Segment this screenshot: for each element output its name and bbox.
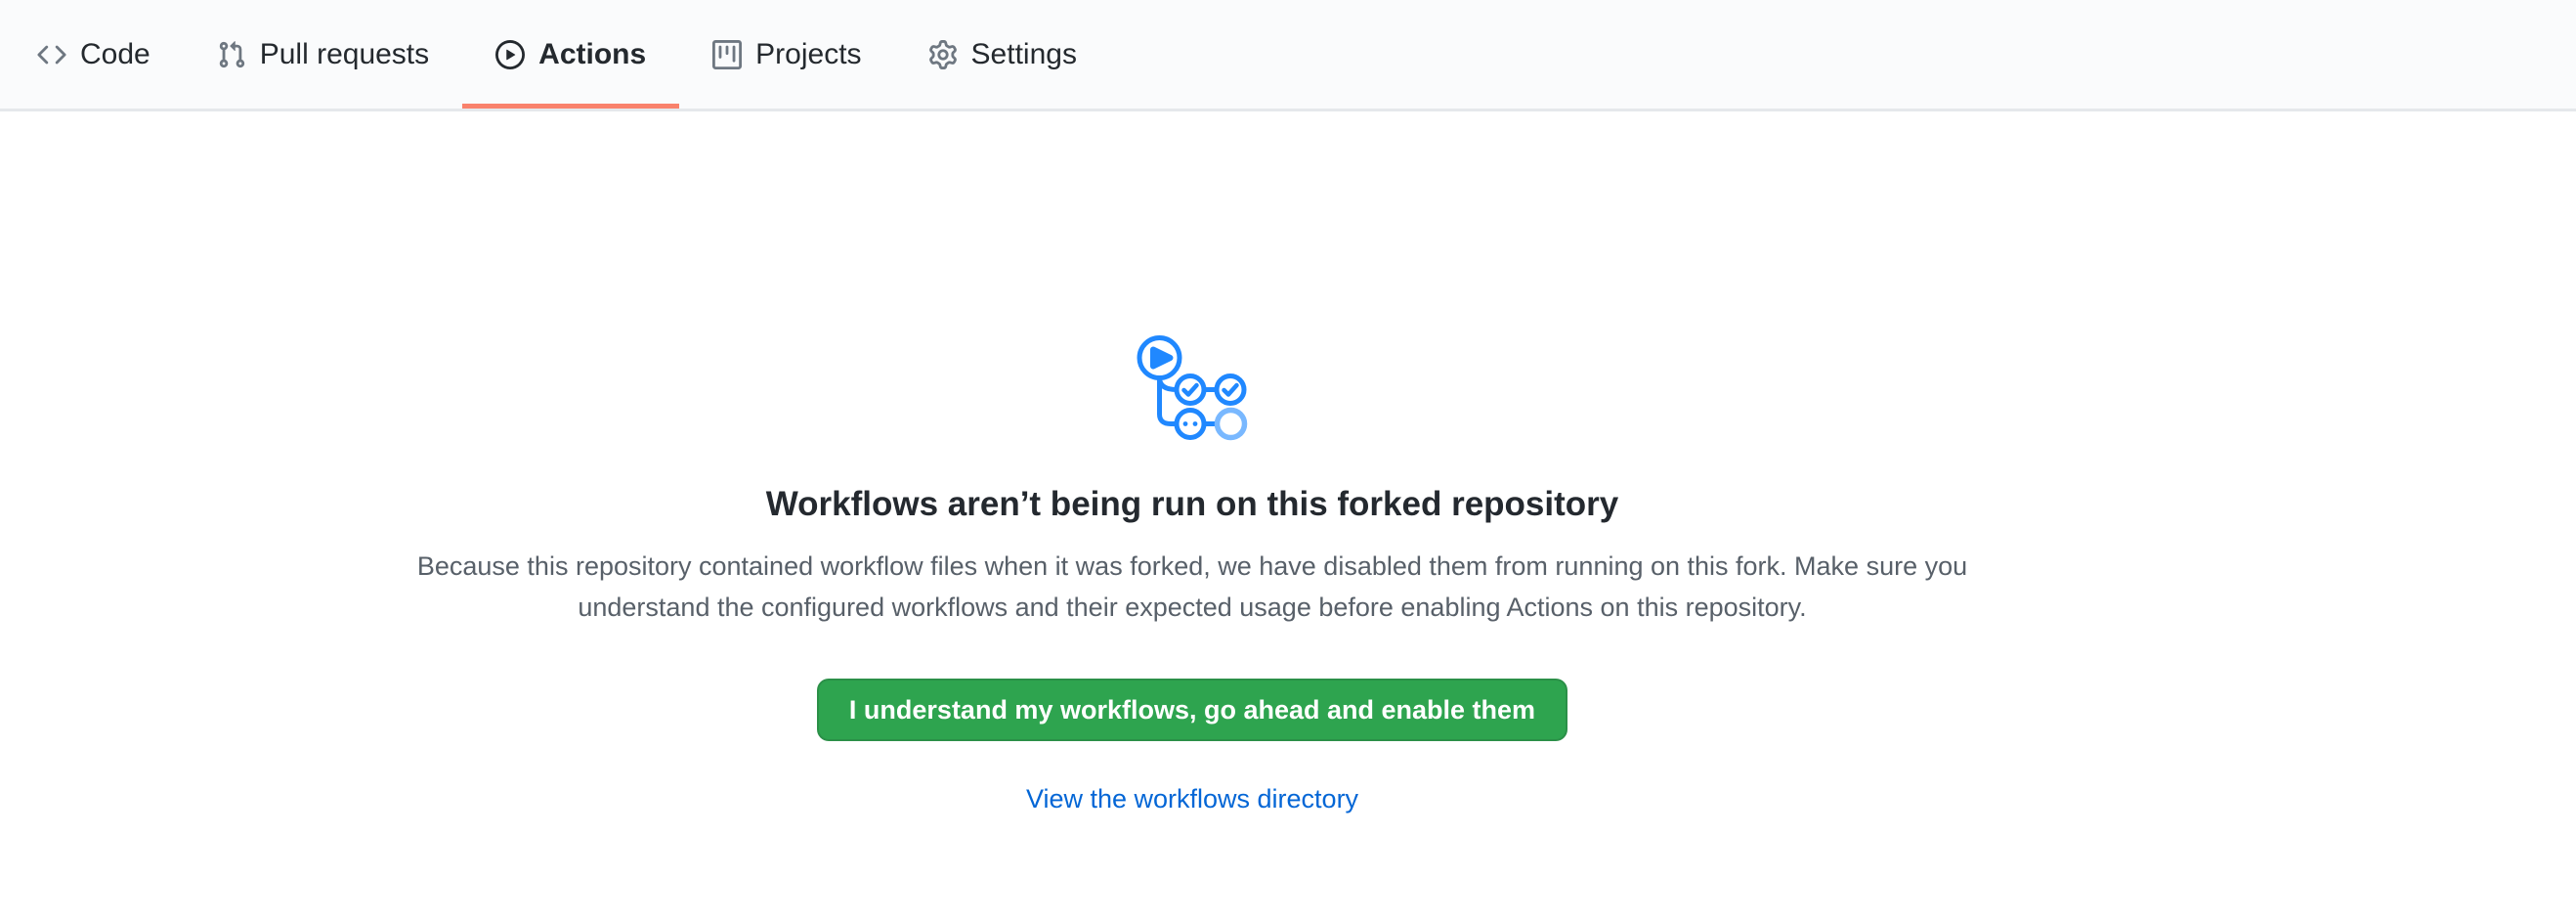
tab-projects[interactable]: Projects xyxy=(679,0,894,109)
workflow-illustration-icon xyxy=(1132,332,1253,442)
gear-icon xyxy=(928,40,958,69)
tab-label: Settings xyxy=(971,40,1077,69)
code-icon xyxy=(37,40,66,69)
tab-label: Pull requests xyxy=(260,40,429,69)
play-icon xyxy=(495,40,525,69)
tab-pull-requests[interactable]: Pull requests xyxy=(184,0,462,109)
tab-label: Projects xyxy=(755,40,861,69)
page-title: Workflows aren’t being run on this forke… xyxy=(0,483,2384,526)
enable-workflows-button[interactable]: I understand my workflows, go ahead and … xyxy=(817,679,1567,741)
actions-disabled-blankslate: Workflows aren’t being run on this forke… xyxy=(0,332,2384,814)
tab-code[interactable]: Code xyxy=(4,0,184,109)
enable-button-row: I understand my workflows, go ahead and … xyxy=(0,628,2384,741)
blankslate-description: Because this repository contained workfl… xyxy=(391,546,1994,628)
repo-tab-bar: Code Pull requests Actions Projects Sett… xyxy=(0,0,2576,111)
view-workflows-directory-link[interactable]: View the workflows directory xyxy=(1026,784,1358,813)
tab-label: Actions xyxy=(538,40,646,69)
tab-label: Code xyxy=(80,40,150,69)
git-pull-request-icon xyxy=(217,40,246,69)
project-icon xyxy=(712,40,742,69)
view-link-row: View the workflows directory xyxy=(0,784,2384,814)
tab-settings[interactable]: Settings xyxy=(895,0,1110,109)
tab-actions[interactable]: Actions xyxy=(462,0,679,109)
